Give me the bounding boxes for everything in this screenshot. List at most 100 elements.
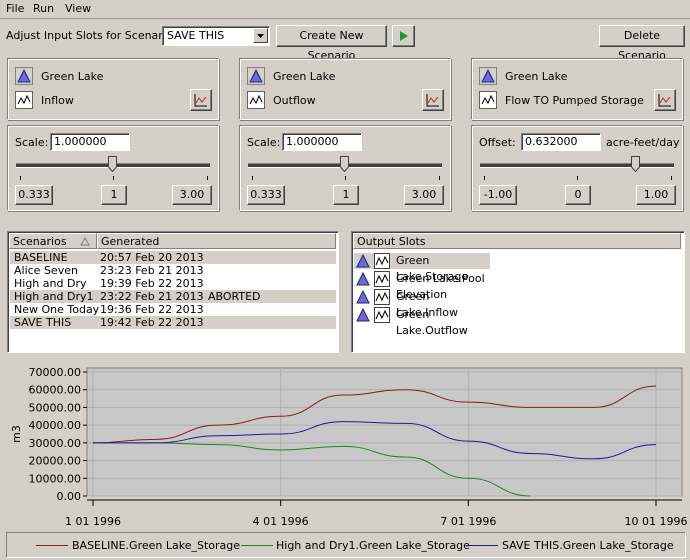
plot-slot-button[interactable] [654, 89, 676, 111]
output-slot-item[interactable]: Green Lake.Pool Elevation [354, 271, 490, 301]
x-tick-label: 10 01 1996 [625, 515, 688, 528]
scale-slider-thumb[interactable] [340, 156, 349, 173]
generated-column-header[interactable]: Generated [97, 233, 336, 249]
y-tick-label: 30000.00 [29, 437, 82, 450]
scenario-name: High and Dry [14, 277, 87, 290]
y-tick-label: 40000.00 [29, 419, 82, 432]
menu-run[interactable]: Run [33, 2, 54, 15]
scale-reset-button[interactable]: 1 [101, 185, 127, 205]
scenario-select-value: SAVE THIS [167, 29, 225, 42]
slot-header-1 [7, 58, 219, 120]
offset-max-button[interactable]: 1.00 [636, 185, 676, 205]
scenario-select[interactable]: SAVE THIS [162, 26, 270, 46]
menu-file[interactable]: File [6, 2, 24, 15]
scenario-row[interactable]: High and Dry 19:39 Feb 22 2013 [10, 277, 336, 290]
chart-area: 70000.00 60000.00 50000.00 40000.00 30000.00… [0, 360, 690, 530]
play-icon [400, 31, 408, 41]
plot-slot-button[interactable] [190, 89, 212, 111]
delete-scenario-button[interactable]: Delete Scenario [599, 25, 685, 62]
offset-slider-track[interactable] [480, 163, 674, 168]
scenario-name: High and Dry1 [14, 290, 94, 303]
create-scenario-button[interactable]: Create New Scenario [276, 25, 387, 62]
reservoir-icon [356, 308, 370, 322]
scenario-name: SAVE THIS [14, 316, 72, 329]
scenarios-list[interactable]: Scenarios Generated BASELINE 20:57 Feb 20… [7, 231, 339, 353]
plot-icon [658, 94, 671, 107]
offset-reset-button[interactable]: 0 [565, 185, 591, 205]
offset-input[interactable]: 0.632000 [521, 133, 601, 151]
output-slots-list[interactable]: Output Slots Green Lake.Storage Green Lak… [351, 231, 685, 353]
scale-min-button[interactable]: 0.333 [15, 185, 53, 205]
scenario-generated: 20:57 Feb 20 2013 [100, 251, 204, 264]
series-slot-icon [247, 91, 265, 109]
legend-entry: High and Dry1.Green Lake_Storage [276, 539, 470, 552]
scale-label: Scale: [15, 136, 49, 149]
slot-name: Inflow [41, 94, 74, 107]
menu-view[interactable]: View [65, 2, 91, 15]
legend-entry: BASELINE.Green Lake_Storage [72, 539, 241, 552]
scale-max-button[interactable]: 3.00 [404, 185, 444, 205]
scenario-name: Alice Seven [14, 264, 78, 277]
offset-min-button[interactable]: -1.00 [479, 185, 517, 205]
scale-input[interactable]: 1.000000 [282, 133, 362, 151]
series-slot-icon [374, 271, 390, 287]
plot-slot-button[interactable] [422, 89, 444, 111]
slot-header-3 [471, 58, 683, 120]
legend-entry: SAVE THIS.Green Lake_Storage [502, 539, 674, 552]
y-tick-label: 20000.00 [29, 455, 82, 468]
scale-label: Scale: [247, 136, 281, 149]
legend-swatch [241, 545, 273, 546]
legend-swatch [466, 545, 498, 546]
scenario-row[interactable]: High and Dry1 23:22 Feb 21 2013 ABORTED [10, 290, 336, 303]
series-slot-icon [374, 253, 390, 269]
reservoir-icon [247, 67, 265, 85]
run-button[interactable] [392, 25, 415, 47]
slot-object-name: Green Lake [505, 70, 568, 83]
scale-max-button[interactable]: 3.00 [172, 185, 212, 205]
output-slot-item[interactable]: Green Lake.Inflow [354, 289, 490, 319]
output-slot-item[interactable]: Green Lake.Outflow [354, 307, 490, 337]
plot-background [86, 367, 683, 497]
scenario-row[interactable]: SAVE THIS 19:42 Feb 22 2013 [10, 316, 336, 329]
scenario-row[interactable]: Alice Seven 23:23 Feb 21 2013 [10, 264, 336, 277]
offset-slider-thumb[interactable] [631, 156, 640, 173]
chevron-down-icon[interactable] [253, 28, 268, 43]
scenario-row[interactable]: New One Today 19:36 Feb 22 2013 [10, 303, 336, 316]
x-tick-label: 7 01 1996 [440, 515, 496, 528]
y-axis-label: m3 [10, 425, 23, 443]
y-tick-label: 60000.00 [29, 384, 82, 397]
legend-swatch [36, 545, 68, 546]
scenario-generated: 19:36 Feb 22 2013 [100, 303, 204, 316]
series-slot-icon [374, 307, 390, 323]
scenario-generated: 23:23 Feb 21 2013 [100, 264, 204, 277]
scale-reset-button[interactable]: 1 [333, 185, 359, 205]
scenarios-column-header[interactable]: Scenarios [9, 233, 97, 249]
scale-min-button[interactable]: 0.333 [247, 185, 285, 205]
sort-ascending-icon [80, 237, 90, 246]
scale-slider-thumb[interactable] [108, 156, 117, 173]
series-slot-icon [15, 91, 33, 109]
menu-bar: File Run View [0, 0, 690, 19]
y-tick-label: 70000.00 [29, 366, 82, 379]
slot-name: Outflow [273, 94, 316, 107]
scenario-name: New One Today [14, 303, 100, 316]
series-slot-icon [374, 289, 390, 305]
reservoir-icon [356, 272, 370, 286]
plot-icon [194, 94, 207, 107]
reservoir-icon [479, 67, 497, 85]
y-tick-label: 0.00 [57, 490, 82, 503]
scenario-row[interactable]: BASELINE 20:57 Feb 20 2013 [10, 251, 336, 264]
reservoir-icon [15, 67, 33, 85]
plot-icon [426, 94, 439, 107]
scenario-generated: 23:22 Feb 21 2013 [100, 290, 204, 303]
slot-object-name: Green Lake [41, 70, 104, 83]
x-tick-label: 4 01 1996 [253, 515, 309, 528]
slot-name: Flow TO Pumped Storage [505, 94, 644, 107]
x-tick-label: 1 01 1996 [65, 515, 121, 528]
scale-input[interactable]: 1.000000 [50, 133, 130, 151]
storage-chart[interactable]: 70000.00 60000.00 50000.00 40000.00 30000.00… [0, 360, 690, 530]
slot-object-name: Green Lake [273, 70, 336, 83]
output-slot-item[interactable]: Green Lake.Storage [354, 253, 490, 283]
offset-label: Offset: [479, 136, 516, 149]
scenario-generated: 19:39 Feb 22 2013 [100, 277, 204, 290]
